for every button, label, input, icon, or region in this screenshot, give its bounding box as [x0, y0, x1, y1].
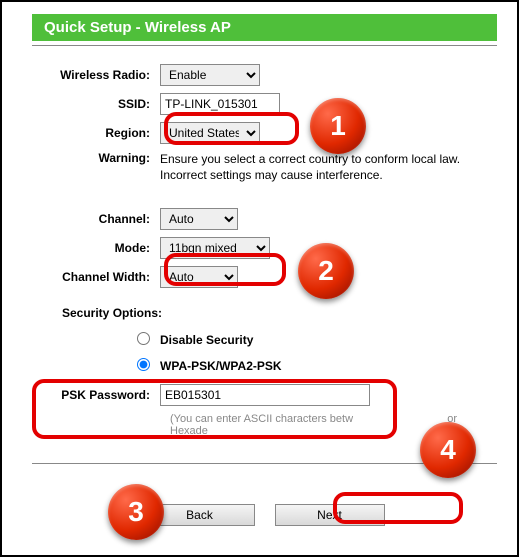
warning-text: Ensure you select a correct country to c…	[160, 151, 490, 183]
label-channel: Channel:	[32, 212, 160, 226]
select-region[interactable]: United States	[160, 122, 260, 144]
radio-wpa-psk[interactable]	[137, 358, 150, 371]
row-channel: Channel: Auto	[32, 208, 497, 230]
radio-disable-security[interactable]	[137, 332, 150, 345]
label-ssid: SSID:	[32, 97, 160, 111]
label-region: Region:	[32, 126, 160, 140]
row-region: Region: United States	[32, 122, 497, 144]
row-wpa-psk: WPA-PSK/WPA2-PSK	[32, 358, 497, 374]
row-psk-password: PSK Password:	[32, 384, 497, 406]
select-mode[interactable]: 11bgn mixed	[160, 237, 270, 259]
row-channel-width: Channel Width: Auto	[32, 266, 497, 288]
security-options-heading: Security Options:	[62, 306, 497, 320]
row-mode: Mode: 11bgn mixed	[32, 237, 497, 259]
button-row: Back Next	[32, 504, 497, 526]
label-wpa-psk: WPA-PSK/WPA2-PSK	[160, 359, 282, 373]
row-ssid: SSID:	[32, 93, 497, 115]
select-channel-width[interactable]: Auto	[160, 266, 238, 288]
select-wireless-radio[interactable]: Enable	[160, 64, 260, 86]
divider	[32, 45, 497, 46]
row-wireless-radio: Wireless Radio: Enable	[32, 64, 497, 86]
next-button[interactable]: Next	[275, 504, 385, 526]
select-channel[interactable]: Auto	[160, 208, 238, 230]
input-psk-password[interactable]	[160, 384, 370, 406]
row-warning: Warning: Ensure you select a correct cou…	[32, 151, 497, 183]
label-disable-security: Disable Security	[160, 333, 253, 347]
back-button[interactable]: Back	[145, 504, 255, 526]
label-wireless-radio: Wireless Radio:	[32, 68, 160, 82]
input-ssid[interactable]	[160, 93, 280, 115]
divider-bottom	[32, 463, 497, 464]
label-warning: Warning:	[32, 151, 160, 165]
row-disable-security: Disable Security	[32, 332, 497, 348]
label-psk-password: PSK Password:	[32, 388, 160, 402]
label-channel-width: Channel Width:	[32, 270, 160, 284]
label-mode: Mode:	[32, 241, 160, 255]
page-title: Quick Setup - Wireless AP	[32, 14, 497, 41]
psk-hint: (You can enter ASCII characters betw XXX…	[170, 413, 497, 437]
